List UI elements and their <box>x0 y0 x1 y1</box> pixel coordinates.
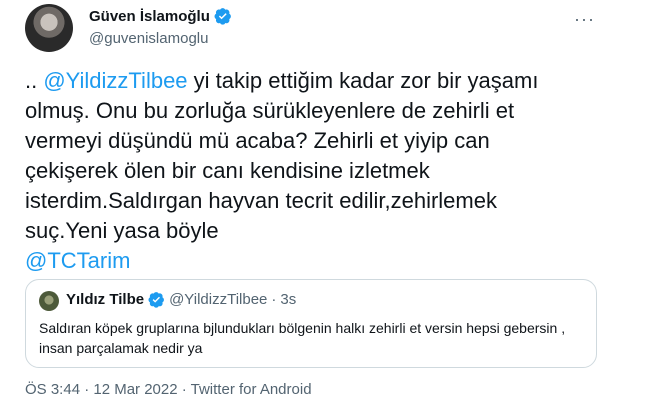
quoted-tweet-text: Saldıran köpek gruplarına bjlundukları b… <box>39 320 566 356</box>
tweet-prefix: .. <box>25 68 44 93</box>
quoted-tweet-header: Yıldız Tilbe @YildizzTilbee · 3s <box>66 291 296 308</box>
mention-link[interactable]: @TCTarim <box>25 248 130 273</box>
quoted-author-avatar <box>39 291 59 311</box>
author-handle[interactable]: @guvenislamoglu <box>89 30 208 47</box>
quoted-author-name: Yıldız Tilbe <box>66 291 145 308</box>
verified-badge-icon <box>214 8 231 25</box>
quoted-author-handle: @YildizzTilbee <box>169 291 268 308</box>
tweet-timestamp-source[interactable]: ÖS 3:44 · 12 Mar 2022 · Twitter for Andr… <box>25 381 312 398</box>
quoted-tweet-time: 3s <box>280 291 297 308</box>
verified-badge-icon <box>148 292 165 308</box>
author-name[interactable]: Güven İslamoğlu <box>89 8 210 25</box>
quoted-tweet[interactable]: Yıldız Tilbe @YildizzTilbee · 3s Saldıra… <box>25 279 597 368</box>
ellipsis-icon: ··· <box>574 9 595 29</box>
more-options-button[interactable]: ··· <box>574 9 595 30</box>
tweet-text: .. @YildizzTilbee yi takip ettiğim kadar… <box>25 66 585 276</box>
separator-dot: · <box>271 291 277 308</box>
author-avatar[interactable] <box>25 4 73 52</box>
author-name-row[interactable]: Güven İslamoğlu <box>89 7 232 25</box>
tweet-body: yi takip ettiğim kadar zor bir yaşamı ol… <box>25 68 545 243</box>
mention-link[interactable]: @YildizzTilbee <box>43 68 187 93</box>
